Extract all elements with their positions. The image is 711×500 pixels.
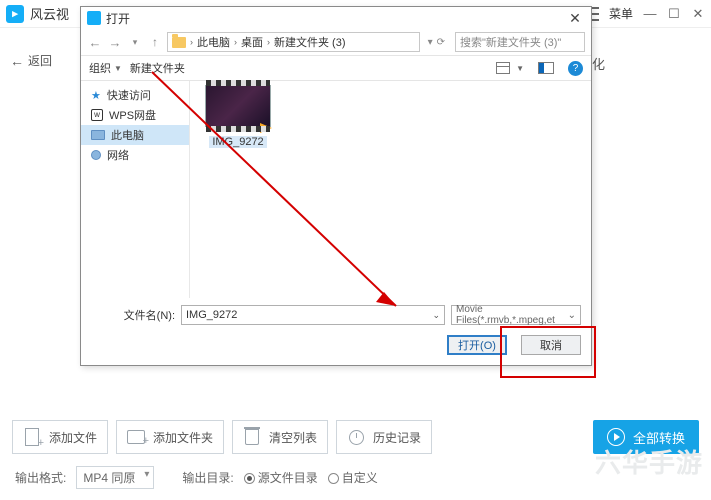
monitor-icon xyxy=(91,130,105,140)
file-plus-icon xyxy=(25,428,39,446)
search-input[interactable]: 搜索"新建文件夹 (3)" xyxy=(455,32,585,52)
view-mode-button[interactable]: ▼ xyxy=(496,62,524,74)
button-label: 历史记录 xyxy=(373,429,421,446)
filename-label: 文件名(N): xyxy=(91,307,175,323)
folder-icon xyxy=(172,37,186,48)
chevron-right-icon: › xyxy=(267,37,270,47)
sidebar-item-network[interactable]: 网络 xyxy=(81,145,189,165)
sidebar-item-this-pc[interactable]: 此电脑 xyxy=(81,125,189,145)
play-badge-icon xyxy=(260,123,272,133)
sidebar-item-label: 快速访问 xyxy=(107,87,151,103)
radio-label: 自定义 xyxy=(342,471,378,485)
add-file-button[interactable]: 添加文件 xyxy=(12,420,108,454)
close-window-button[interactable]: ✕ xyxy=(691,7,705,21)
back-label: 返回 xyxy=(28,52,52,69)
dialog-toolbar: 组织▼ 新建文件夹 ▼ ? xyxy=(81,55,591,81)
crumb-pc[interactable]: 此电脑 xyxy=(197,34,230,50)
radio-custom-dir[interactable]: 自定义 xyxy=(328,469,378,486)
breadcrumb[interactable]: › 此电脑 › 桌面 › 新建文件夹 (3) xyxy=(167,32,420,52)
button-label: 清空列表 xyxy=(269,429,317,446)
dialog-bottom: 文件名(N): IMG_9272 ⌄ Movie Files(*.rmvb,*.m… xyxy=(81,298,591,365)
dialog-nav: ← → ▾ ↑ › 此电脑 › 桌面 › 新建文件夹 (3) ▾ ⟳ 搜索"新建… xyxy=(81,29,591,55)
preview-pane-icon[interactable] xyxy=(538,62,554,74)
organize-menu[interactable]: 组织▼ xyxy=(89,60,122,76)
minimize-button[interactable]: — xyxy=(643,7,657,21)
file-item[interactable]: IMG_9272 xyxy=(198,85,278,148)
dialog-sidebar: ★ 快速访问 w WPS网盘 此电脑 网络 xyxy=(81,81,189,298)
filetype-filter[interactable]: Movie Files(*.rmvb,*.mpeg,et⌄ xyxy=(451,305,581,325)
nav-back-icon[interactable]: ← xyxy=(87,35,103,50)
folder-plus-icon xyxy=(127,430,145,444)
radio-label: 源文件目录 xyxy=(258,471,318,485)
crumb-folder[interactable]: 新建文件夹 (3) xyxy=(274,34,346,50)
view-icon xyxy=(496,62,510,74)
radio-icon xyxy=(244,473,255,484)
star-icon: ★ xyxy=(91,89,101,102)
filename-input[interactable]: IMG_9272 ⌄ xyxy=(181,305,445,325)
output-format-label: 输出格式: xyxy=(15,469,66,486)
clock-icon xyxy=(349,430,364,445)
network-icon xyxy=(91,150,101,160)
button-label: 添加文件夹 xyxy=(153,429,213,446)
output-format-select[interactable]: MP4 同原 xyxy=(76,466,154,489)
sidebar-item-wps[interactable]: w WPS网盘 xyxy=(81,105,189,125)
app-title: 风云视 xyxy=(30,4,69,23)
trailing-text: 化 xyxy=(592,54,605,73)
format-row: 输出格式: MP4 同原 输出目录: 源文件目录 自定义 xyxy=(15,466,378,489)
chevron-down-icon[interactable]: ⌄ xyxy=(432,310,440,321)
add-folder-button[interactable]: 添加文件夹 xyxy=(116,420,224,454)
video-thumbnail-icon xyxy=(205,85,271,127)
filename-value: IMG_9272 xyxy=(186,309,237,321)
menu-label[interactable]: 菜单 xyxy=(609,5,633,22)
sidebar-item-label: WPS网盘 xyxy=(109,107,156,123)
back-arrow-icon: ← xyxy=(10,53,24,69)
filter-value: Movie Files(*.rmvb,*.mpeg,et xyxy=(456,304,568,326)
file-pane[interactable]: IMG_9272 xyxy=(189,81,591,298)
chevron-down-icon: ▼ xyxy=(114,64,122,73)
chevron-right-icon: › xyxy=(234,37,237,47)
cancel-button[interactable]: 取消 xyxy=(521,335,581,355)
chevron-down-icon: ▾ xyxy=(428,37,433,48)
play-circle-icon xyxy=(607,428,625,446)
dialog-titlebar: 打开 ✕ xyxy=(81,7,591,29)
sidebar-item-label: 网络 xyxy=(107,147,129,163)
nav-forward-icon[interactable]: → xyxy=(107,35,123,50)
open-button[interactable]: 打开(O) xyxy=(447,335,507,355)
new-folder-button[interactable]: 新建文件夹 xyxy=(130,60,185,76)
button-label: 添加文件 xyxy=(49,429,97,446)
history-button[interactable]: 历史记录 xyxy=(336,420,432,454)
button-label: 全部转换 xyxy=(633,428,685,447)
sidebar-item-quick-access[interactable]: ★ 快速访问 xyxy=(81,85,189,105)
help-icon[interactable]: ? xyxy=(568,61,583,76)
clear-list-button[interactable]: 清空列表 xyxy=(232,420,328,454)
convert-all-button[interactable]: 全部转换 xyxy=(593,420,699,454)
dialog-close-button[interactable]: ✕ xyxy=(565,10,585,27)
wps-icon: w xyxy=(91,109,103,121)
refresh-icon[interactable]: ⟳ xyxy=(437,37,445,48)
chevron-down-icon: ▼ xyxy=(516,64,524,73)
crumb-desktop[interactable]: 桌面 xyxy=(241,34,263,50)
chevron-right-icon: › xyxy=(190,37,193,47)
nav-recent-caret-icon[interactable]: ▾ xyxy=(127,37,143,48)
app-logo-icon: ▸ xyxy=(6,5,24,23)
dialog-title-icon xyxy=(87,11,101,25)
bottom-toolbar: 添加文件 添加文件夹 清空列表 历史记录 全部转换 xyxy=(12,420,699,454)
radio-icon xyxy=(328,473,339,484)
path-dropdown-refresh[interactable]: ▾ ⟳ xyxy=(428,37,445,48)
back-button[interactable]: ← 返回 xyxy=(10,52,52,69)
trash-icon xyxy=(245,429,259,445)
file-label: IMG_9272 xyxy=(209,136,266,148)
radio-source-dir[interactable]: 源文件目录 xyxy=(244,469,318,486)
chevron-down-icon: ⌄ xyxy=(568,310,576,321)
sidebar-item-label: 此电脑 xyxy=(111,127,144,143)
maximize-button[interactable]: ☐ xyxy=(667,7,681,21)
open-dialog: 打开 ✕ ← → ▾ ↑ › 此电脑 › 桌面 › 新建文件夹 (3) ▾ ⟳ … xyxy=(80,6,592,366)
dialog-title: 打开 xyxy=(106,10,130,27)
nav-up-icon[interactable]: ↑ xyxy=(147,35,163,49)
output-dir-label: 输出目录: xyxy=(182,469,233,486)
